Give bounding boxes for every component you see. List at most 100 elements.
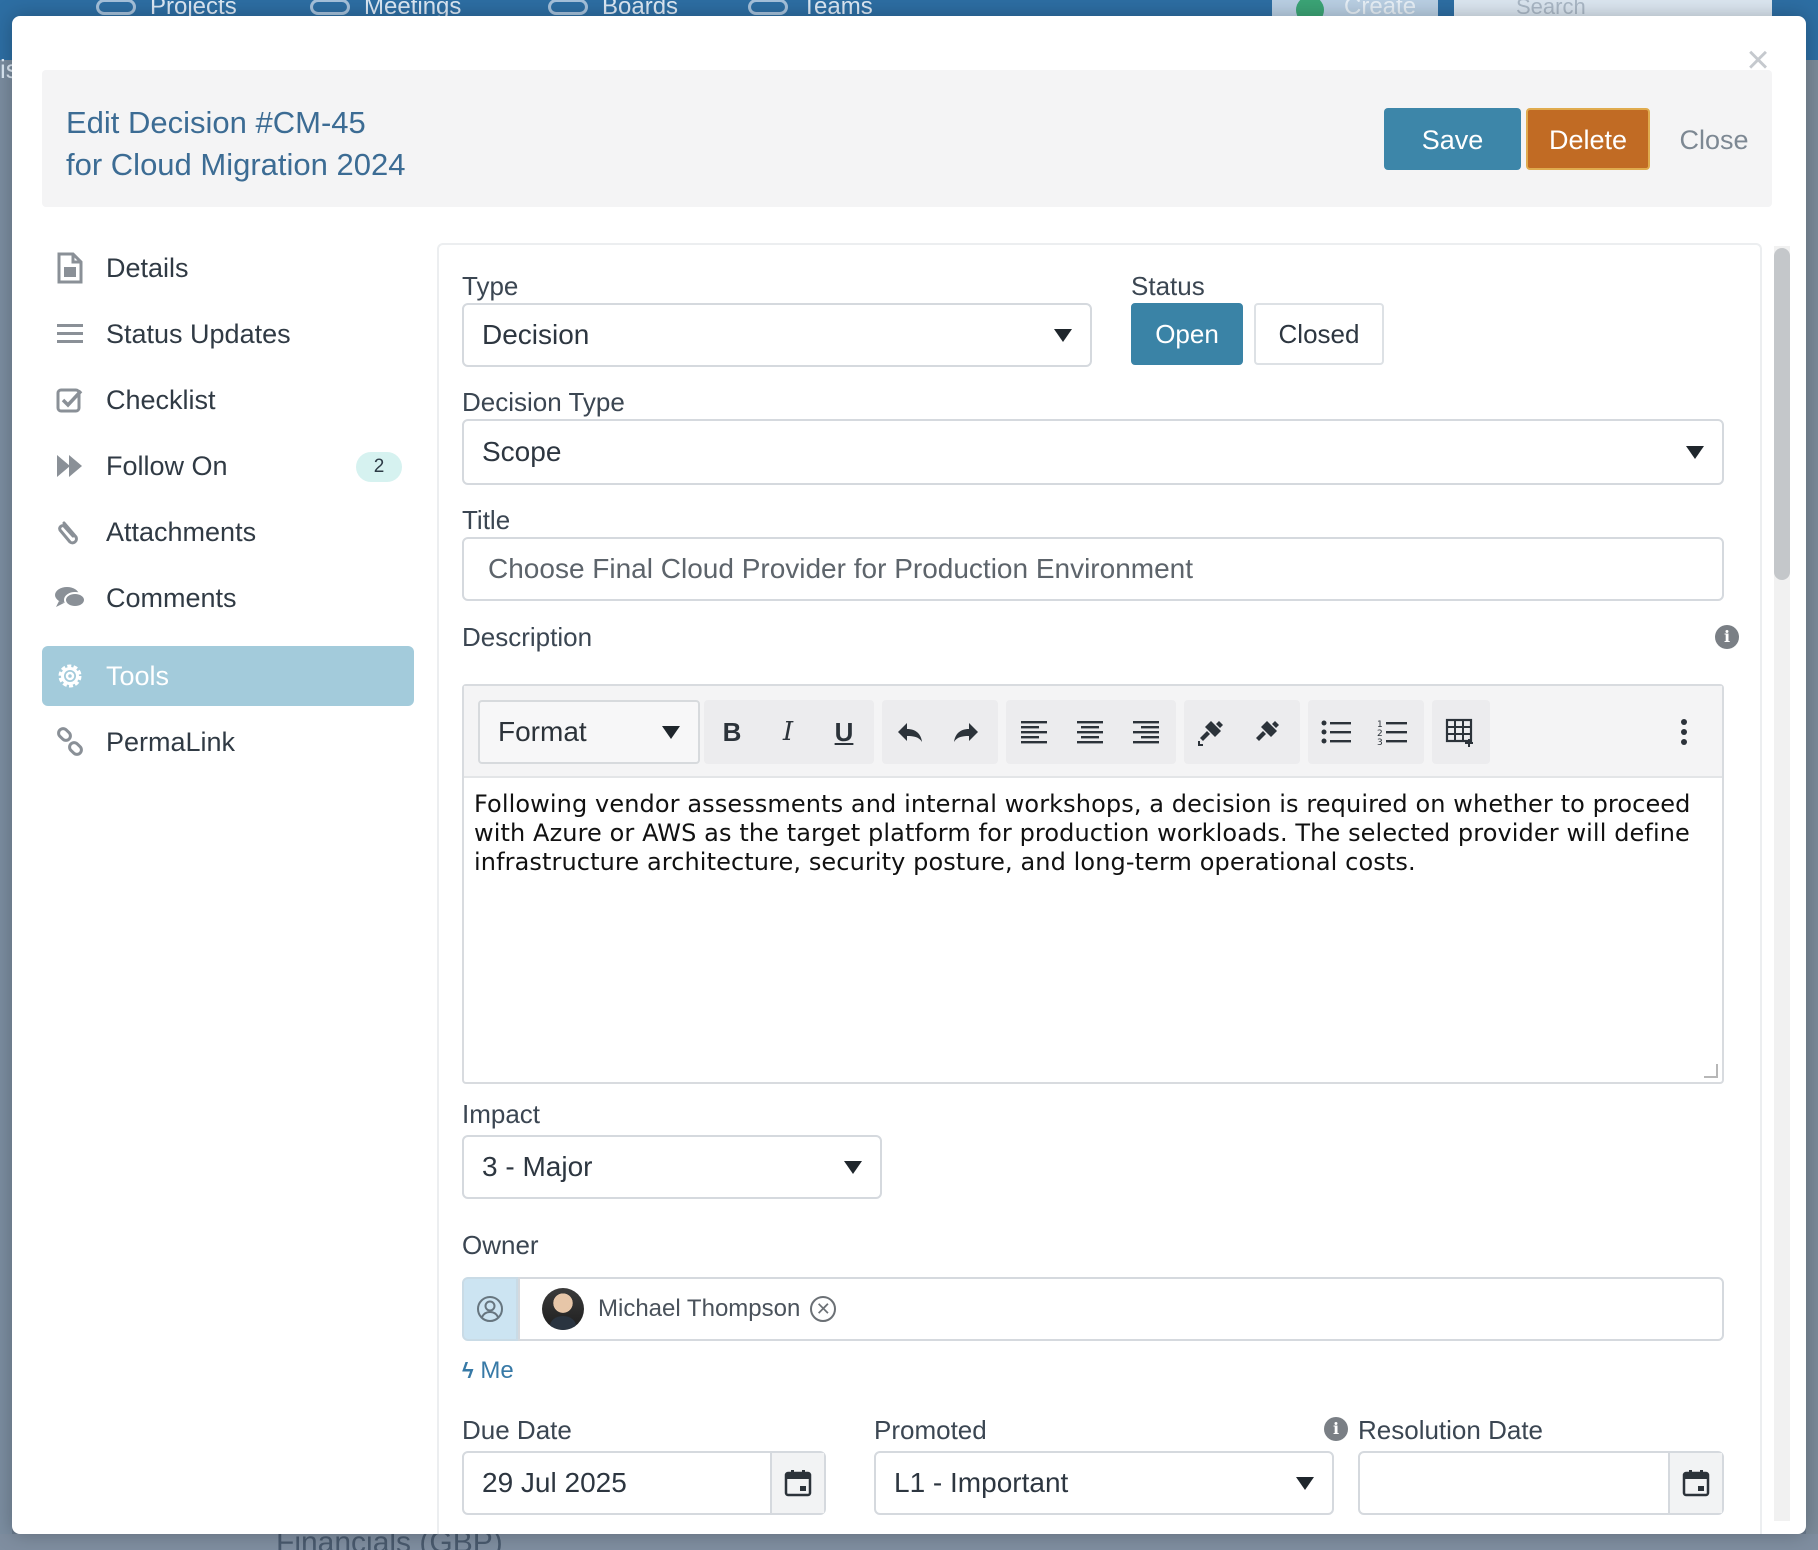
calendar-icon[interactable] [1668,1453,1722,1513]
modal-scrollbar-thumb[interactable] [1774,248,1790,580]
sidebar-item-label: Details [106,252,189,283]
sidebar-item-details[interactable]: Details [42,238,414,298]
italic-icon[interactable]: I [760,704,816,760]
sidebar-item-status-updates[interactable]: Status Updates [42,304,414,364]
chevron-down-icon [1296,1477,1314,1490]
align-left-icon[interactable] [1006,704,1062,760]
sidebar-item-label: Status Updates [106,318,291,349]
background-sidebar: is [0,54,19,1550]
save-button[interactable]: Save [1384,108,1521,170]
info-icon[interactable]: i [1324,1417,1348,1441]
sidebar-item-label: Follow On [106,450,228,481]
due-date-label: Due Date [462,1415,572,1445]
chevron-down-icon [844,1161,862,1174]
teams-icon [748,0,788,15]
description-label: Description [462,622,593,652]
status-closed-button[interactable]: Closed [1254,303,1384,365]
sidebar-item-label: Attachments [106,516,257,547]
title-input[interactable]: Choose Final Cloud Provider for Producti… [462,537,1724,601]
background-bottom-edge [0,1534,1818,1550]
history-group [882,700,998,764]
sidebar-item-attachments[interactable]: Attachments [42,502,414,562]
delete-button[interactable]: Delete [1526,108,1650,170]
numbered-list-icon[interactable]: 123 [1364,704,1420,760]
modal-title-line2: for Cloud Migration 2024 [66,147,406,182]
follow-on-count-badge: 2 [356,452,402,482]
link-icon [54,726,86,758]
paint-format-icon[interactable] [1240,704,1296,760]
info-icon[interactable]: i [1715,625,1739,649]
sidebar-item-label: Checklist [106,384,216,415]
due-date-input[interactable]: 29 Jul 2025 [462,1451,826,1515]
gear-icon [54,660,86,692]
format-dropdown[interactable]: Format [478,700,700,764]
comments-icon [54,582,86,614]
resize-handle-icon[interactable] [1704,1064,1718,1078]
avatar [542,1288,584,1330]
align-right-icon[interactable] [1118,704,1174,760]
title-value: Choose Final Cloud Provider for Producti… [488,553,1194,584]
close-button[interactable]: Close [1654,108,1774,170]
format-label: Format [498,716,587,747]
resolution-date-label: Resolution Date [1358,1415,1543,1445]
status-open-button[interactable]: Open [1131,303,1243,365]
bold-icon[interactable]: B [704,704,760,760]
insert-table-icon[interactable] [1432,704,1488,760]
due-date-value: 29 Jul 2025 [482,1467,627,1498]
lightning-icon: ϟ [462,1358,474,1383]
underline-icon[interactable]: U [816,704,872,760]
sidebar-item-tools[interactable]: Tools [42,646,414,706]
type-select[interactable]: Decision [462,303,1092,367]
decision-type-label: Decision Type [462,387,625,417]
align-center-icon[interactable] [1062,704,1118,760]
title-label: Title [462,505,511,535]
decision-type-select[interactable]: Scope [462,419,1724,485]
owner-label: Owner [462,1230,539,1260]
boards-icon [548,0,588,15]
sidebar-item-permalink[interactable]: PermaLink [42,712,414,772]
undo-icon[interactable] [882,704,938,760]
description-editor: Format B I U 1 2 3 Following vendor asse… [462,684,1724,1084]
promoted-label: Promoted [874,1415,987,1445]
paperclip-icon [54,516,86,548]
checkbox-icon [54,384,86,416]
remove-owner-icon[interactable]: ✕ [810,1296,837,1322]
promoted-select[interactable]: L1 - Important [874,1451,1334,1515]
status-label: Status [1131,271,1205,301]
calendar-icon[interactable] [770,1453,824,1513]
sidebar-item-follow-on[interactable]: Follow On 2 [42,436,414,496]
redo-icon[interactable] [938,704,994,760]
projects-icon [96,0,136,15]
impact-value: 3 - Major [482,1151,593,1182]
more-options-icon[interactable] [1656,704,1712,760]
form-panel: Type Decision Status Open Closed Decisio… [437,243,1762,1534]
editor-toolbar: Format B I U 1 2 3 [464,686,1722,778]
list-icon [54,318,86,350]
resolution-date-input[interactable] [1358,1451,1724,1515]
copy-format-icon[interactable] [1184,704,1240,760]
assign-me-link[interactable]: ϟ Me [462,1357,514,1385]
type-value: Decision [482,319,590,350]
user-picker-button[interactable] [462,1277,518,1341]
alignment-group [1006,700,1176,764]
description-text[interactable]: Following vendor assessments and interna… [474,790,1714,877]
sidebar-item-label: Comments [106,582,237,613]
chevron-down-icon [662,726,680,739]
promoted-value: L1 - Important [894,1467,1069,1498]
bullet-list-icon[interactable] [1308,704,1364,760]
format-painter-group [1184,700,1300,764]
document-icon [54,252,86,284]
decision-type-value: Scope [482,436,562,467]
modal-title-line1: Edit Decision #CM-45 [66,105,366,140]
background-right-edge [1806,60,1818,1550]
sidebar-item-label: Tools [106,660,170,691]
owner-field[interactable]: Michael Thompson ✕ [518,1277,1724,1341]
sidebar-item-comments[interactable]: Comments [42,568,414,628]
text-style-group: B I U [704,700,874,764]
owner-name: Michael Thompson [598,1295,801,1322]
modal-sidebar: Details Status Updates Checklist Follow … [42,238,414,778]
impact-label: Impact [462,1099,541,1129]
impact-select[interactable]: 3 - Major [462,1135,882,1199]
sidebar-item-label: PermaLink [106,726,236,757]
sidebar-item-checklist[interactable]: Checklist [42,370,414,430]
